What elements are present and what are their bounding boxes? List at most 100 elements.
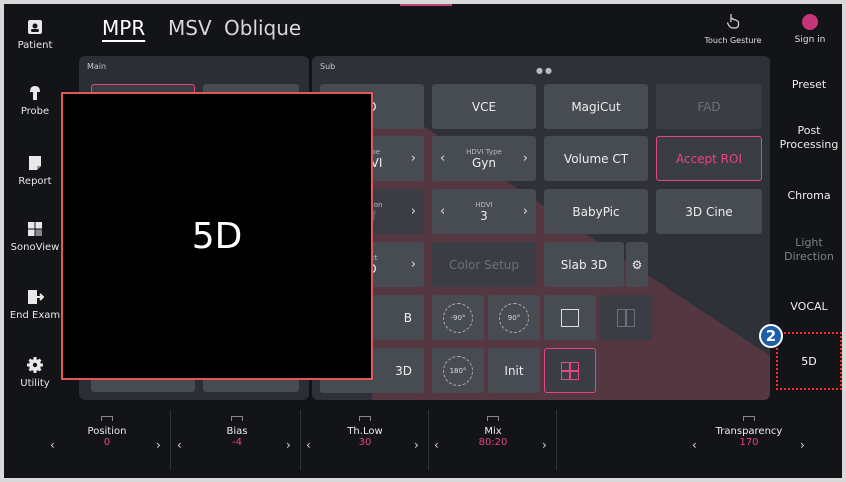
bottom-knob-bar: ‹ Position 0 › ‹ Bias -4 › ‹ Th.Low 30 ›… [4, 404, 842, 478]
sidebar-item-end-exam[interactable]: End Exam [4, 288, 66, 321]
5d-preview-popup: 5D [61, 92, 373, 380]
selector-value: 3 [480, 208, 488, 223]
hand-pointer-icon [726, 14, 740, 29]
accept-roi-button[interactable]: Accept ROI [656, 136, 762, 181]
5d-button[interactable]: 5D [776, 332, 842, 390]
sidebar-item-report[interactable]: Report [4, 154, 66, 187]
right-item-label: Chroma [787, 189, 831, 202]
sub-panel: Sub D VCE MagiCut FAD ‹ TypeDVI › ‹ HDVI… [312, 56, 770, 400]
sidebar-item-label: Probe [20, 106, 50, 117]
button-label: 3D Cine [685, 204, 733, 219]
chevron-right-icon[interactable]: › [411, 151, 416, 166]
button-label: Volume CT [563, 151, 629, 166]
sidebar-item-sonoview[interactable]: SonoView [4, 220, 66, 253]
knob-th-low[interactable]: Th.Low 30 [310, 416, 420, 448]
fad-button[interactable]: FAD [656, 84, 762, 129]
button-label: Init [504, 363, 524, 378]
sidebar-item-label: SonoView [10, 242, 60, 253]
single-layout-icon [561, 308, 579, 327]
slab-settings-icon[interactable]: ⚙ [626, 242, 648, 287]
divider [556, 410, 557, 470]
main-panel-title: Main [87, 62, 107, 71]
knob-indicator-icon [101, 416, 113, 421]
tab-mpr[interactable]: MPR [102, 16, 145, 40]
volume-ct-button[interactable]: Volume CT [544, 136, 648, 181]
probe-icon [30, 86, 40, 100]
button-label: Accept ROI [675, 151, 743, 166]
hdvi-type-selector[interactable]: ‹ HDVI Type Gyn › [432, 136, 536, 181]
rotate-minus-90-button[interactable]: -90° [432, 295, 484, 340]
babypic-button[interactable]: BabyPic [544, 189, 648, 234]
knob-mix[interactable]: Mix 80:20 [438, 416, 548, 448]
sonoview-icon [28, 222, 42, 236]
divider [300, 410, 301, 470]
sidebar-item-patient[interactable]: Patient [4, 18, 66, 51]
chevron-right-icon[interactable]: › [523, 151, 528, 166]
selector-caption: HDVI Type [466, 147, 502, 156]
dual-layout-button[interactable] [600, 295, 652, 340]
knob-value: 170 [739, 437, 759, 448]
knob-label: Th.Low [347, 426, 383, 437]
3d-cine-button[interactable]: 3D Cine [656, 189, 762, 234]
quad-layout-button[interactable] [544, 348, 596, 393]
rotate-180-icon: 180° [443, 355, 473, 386]
avatar-icon [802, 14, 818, 30]
preset-button[interactable]: Preset [776, 78, 842, 92]
chevron-left-icon[interactable]: ‹ [440, 151, 445, 166]
knob-transparency[interactable]: Transparency 170 [694, 416, 804, 448]
sidebar-item-utility[interactable]: Utility [4, 356, 66, 389]
patient-icon [28, 20, 42, 34]
rotate-plus-90-button[interactable]: 90° [488, 295, 540, 340]
right-item-label: Light Direction [784, 236, 834, 263]
right-item-label: Preset [791, 78, 827, 91]
knob-indicator-icon [487, 416, 499, 421]
sign-in-button[interactable]: Sign in [782, 14, 838, 45]
color-setup-button[interactable]: Color Setup [432, 242, 536, 287]
post-processing-button[interactable]: Post Processing [776, 124, 842, 152]
chevron-left-icon[interactable]: ‹ [440, 204, 445, 219]
chevron-right-icon[interactable]: › [411, 257, 416, 272]
magicut-button[interactable]: MagiCut [544, 84, 648, 129]
button-label: B [403, 310, 412, 325]
vce-button[interactable]: VCE [432, 84, 536, 129]
knob-indicator-icon [231, 416, 243, 421]
tab-oblique[interactable]: Oblique [224, 16, 301, 40]
knob-label: Mix [484, 426, 502, 437]
left-sidebar: Patient Probe Report SonoView End Exam U… [4, 4, 62, 404]
vocal-button[interactable]: VOCAL [776, 300, 842, 314]
button-label: Slab 3D [560, 257, 608, 272]
chevron-right-icon[interactable]: › [542, 438, 547, 452]
single-layout-button[interactable] [544, 295, 596, 340]
knob-bias[interactable]: Bias -4 [182, 416, 292, 448]
preview-label: 5D [191, 215, 243, 257]
divider [170, 410, 171, 470]
knob-value: 0 [103, 437, 111, 448]
sidebar-item-label: Patient [17, 40, 53, 51]
button-label: Color Setup [448, 257, 520, 272]
button-label: BabyPic [572, 204, 620, 219]
chevron-right-icon[interactable]: › [800, 438, 805, 452]
gear-icon [27, 357, 43, 373]
sign-in-label: Sign in [794, 35, 826, 45]
slab-3d-button[interactable]: Slab 3D [544, 242, 624, 287]
top-indicator [400, 4, 452, 6]
init-button[interactable]: Init [488, 348, 540, 393]
chevron-right-icon[interactable]: › [523, 204, 528, 219]
chevron-right-icon[interactable]: › [414, 438, 419, 452]
light-direction-button[interactable]: Light Direction [776, 236, 842, 264]
touch-gesture-button[interactable]: Touch Gesture [700, 4, 766, 45]
tab-msv[interactable]: MSV [168, 16, 212, 40]
rotate-right-icon: 90° [499, 302, 529, 333]
rotate-180-button[interactable]: 180° [432, 348, 484, 393]
knob-position[interactable]: Position 0 [52, 416, 162, 448]
hdvi-selector[interactable]: ‹ HDVI 3 › [432, 189, 536, 234]
chevron-right-icon[interactable]: › [286, 438, 291, 452]
knob-value: 30 [358, 437, 372, 448]
chevron-right-icon[interactable]: › [411, 204, 416, 219]
chroma-button[interactable]: Chroma [776, 189, 842, 203]
report-icon [29, 156, 41, 170]
end-exam-icon [28, 290, 44, 304]
sidebar-item-probe[interactable]: Probe [4, 84, 66, 117]
chevron-right-icon[interactable]: › [156, 438, 161, 452]
button-label: MagiCut [571, 99, 621, 114]
